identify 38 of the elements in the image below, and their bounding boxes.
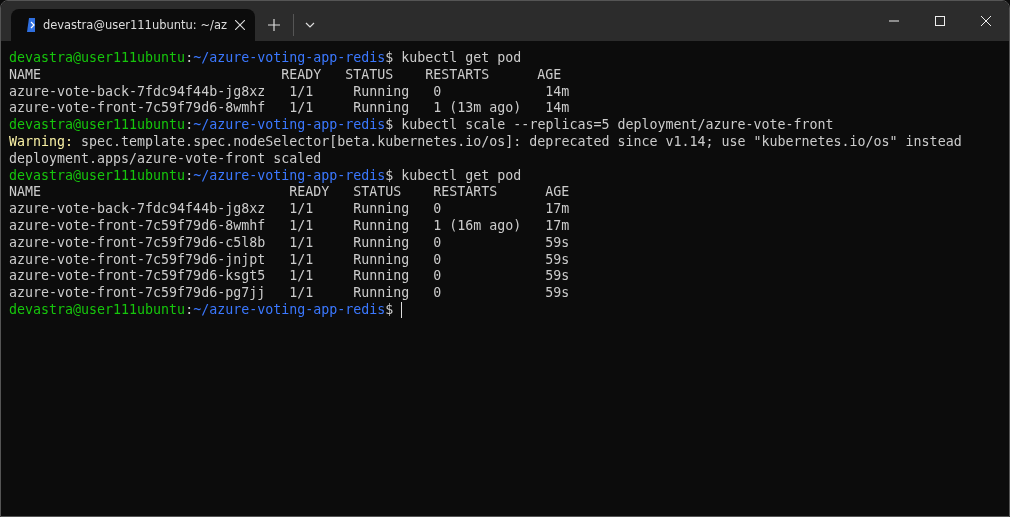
prompt-user: devastra@user111ubuntu bbox=[9, 117, 186, 134]
terminal-text: azure-vote-front-7c59f79d6-c5l8b 1/1 Running 0 59s bbox=[9, 234, 570, 252]
prompt-path: ~/azure-voting-app-redis bbox=[193, 117, 386, 134]
terminal-text: : bbox=[185, 301, 194, 319]
close-tab-button[interactable] bbox=[235, 20, 245, 30]
terminal-text: azure-vote-front-7c59f79d6-8wmhf 1/1 Running 1 (16m ago) 17m bbox=[9, 217, 570, 235]
terminal-text: spec.template.spec.nodeSelector[beta.kubernetes.io/os]: deprecated since v1.14; use "kubernetes.io/os" instead bbox=[80, 134, 962, 151]
terminal-icon bbox=[27, 18, 35, 32]
terminal-text: $ kubectl get pod bbox=[385, 167, 522, 185]
terminal-text: $ kubectl get pod bbox=[385, 50, 522, 67]
tab-title: devastra@user111ubuntu: ~/az bbox=[42, 18, 227, 32]
terminal-text: $ bbox=[385, 301, 395, 319]
terminal-text: azure-vote-front-7c59f79d6-ksgt5 1/1 Running 0 59s bbox=[9, 268, 570, 286]
terminal-text: azure-vote-front-7c59f79d6-8wmhf 1/1 Running 1 (13m ago) 14m bbox=[9, 100, 570, 118]
prompt-user: devastra@user111ubuntu bbox=[9, 167, 186, 185]
terminal-text: : bbox=[185, 167, 194, 185]
terminal-text: azure-vote-back-7fdc94f44b-jg8xz 1/1 Running 0 14m bbox=[9, 83, 570, 101]
prompt-path: ~/azure-voting-app-redis bbox=[193, 167, 386, 185]
close-icon bbox=[235, 20, 245, 30]
maximize-icon bbox=[935, 16, 945, 26]
terminal-text: : bbox=[185, 117, 194, 134]
prompt-user: devastra@user111ubuntu bbox=[9, 301, 186, 319]
warning-label: Warning: bbox=[9, 134, 74, 151]
prompt-path: ~/azure-voting-app-redis bbox=[193, 50, 386, 67]
close-icon bbox=[981, 16, 991, 26]
chevron-down-icon bbox=[305, 22, 315, 28]
terminal-text: azure-vote-front-7c59f79d6-pg7jj 1/1 Running 0 59s bbox=[9, 285, 570, 302]
terminal-text: NAME READY STATUS RESTARTS AGE bbox=[9, 184, 570, 202]
prompt-path: ~/azure-voting-app-redis bbox=[193, 301, 386, 319]
plus-icon bbox=[268, 19, 280, 31]
terminal-text: deployment.apps/azure-vote-front scaled bbox=[9, 150, 322, 168]
terminal-tab[interactable]: devastra@user111ubuntu: ~/az bbox=[11, 9, 255, 41]
terminal-text: $ kubectl scale --replicas=5 deployment/azure-vote-front bbox=[385, 117, 834, 134]
terminal-text: azure-vote-front-7c59f79d6-jnjpt 1/1 Running 0 59s bbox=[9, 251, 570, 269]
terminal-text: azure-vote-back-7fdc94f44b-jg8xz 1/1 Running 0 17m bbox=[9, 201, 570, 218]
prompt-user: devastra@user111ubuntu bbox=[9, 50, 186, 67]
terminal-text: NAME READY STATUS RESTARTS AGE bbox=[9, 66, 562, 84]
terminal-text: : bbox=[185, 50, 194, 67]
